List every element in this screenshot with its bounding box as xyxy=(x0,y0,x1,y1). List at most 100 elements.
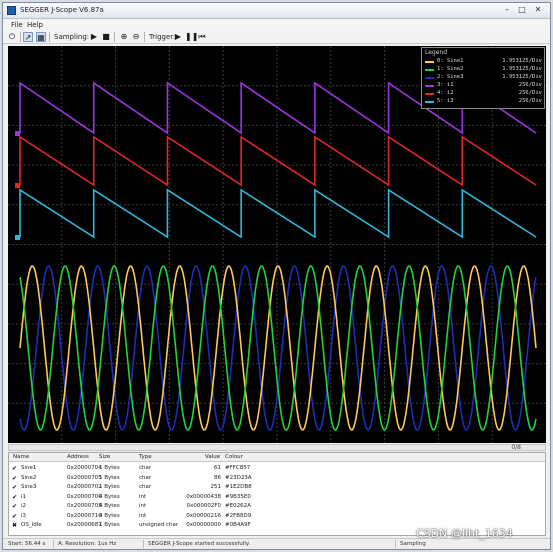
legend-panel[interactable]: Legend 0: Sine1 1.953125/Div 1: Sine2 1.… xyxy=(421,47,545,109)
cell-type: int xyxy=(139,493,147,500)
cursor-tool-icon[interactable]: ↗ xyxy=(23,32,33,42)
zoom-out-icon[interactable]: ⊖ xyxy=(131,32,141,42)
column-header-address[interactable]: Address xyxy=(67,454,89,460)
cell-name: i2 xyxy=(21,503,27,509)
column-header-type[interactable]: Type xyxy=(139,454,152,460)
legend-swatch xyxy=(425,61,434,63)
cell-address: 0x20000705 xyxy=(67,474,102,481)
table-header-row: Name Address Size Type Value Colour xyxy=(9,453,545,462)
legend-entry: 2: Sine3 1.953125/Div xyxy=(425,74,543,82)
cell-value: 0x00000000 xyxy=(186,522,221,528)
series-2-sine3 xyxy=(19,265,537,431)
cell-size: 1 Bytes xyxy=(99,465,120,471)
window-title: SEGGER J-Scope V6.87a xyxy=(20,6,104,14)
horizontal-scrollbar[interactable]: 0/8 xyxy=(8,444,546,451)
legend-entry: 3: i1 256/Div xyxy=(425,82,543,90)
legend-entry-scale: 256/Div xyxy=(518,82,542,88)
checkbox-checked-icon[interactable]: ✔ xyxy=(12,503,17,510)
legend-entry-scale: 1.953125/Div xyxy=(502,58,542,64)
legend-swatch xyxy=(425,85,434,87)
watermark: CSDN @liht_1634 xyxy=(416,527,513,540)
cell-address: 0x20000704 xyxy=(67,465,102,471)
toolbar-separator xyxy=(144,32,145,42)
checkbox-checked-icon[interactable]: ✔ xyxy=(12,494,17,501)
column-header-size[interactable]: Size xyxy=(99,454,110,460)
legend-title: Legend xyxy=(425,49,448,56)
series-1-sine2 xyxy=(19,265,537,431)
chart-tool-icon[interactable]: ▦ xyxy=(36,32,46,42)
channel-offset-marker xyxy=(15,131,20,136)
toolbar-separator xyxy=(20,32,21,42)
cell-value: 0x000002F0 xyxy=(186,503,221,509)
legend-entry-name: 5: i3 xyxy=(437,98,454,104)
remove-icon[interactable]: ✖ xyxy=(12,522,17,529)
checkbox-checked-icon[interactable]: ✔ xyxy=(12,484,17,491)
cell-colour: #1E2DB8 xyxy=(225,484,252,490)
cell-size: 4 Bytes xyxy=(99,512,120,519)
cell-colour: #9B35E0 xyxy=(225,493,251,500)
stop-icon[interactable]: ■ xyxy=(101,32,111,42)
cell-size: 1 Bytes xyxy=(99,484,120,490)
minimize-icon[interactable]: – xyxy=(500,5,514,16)
legend-entry: 5: i3 256/Div xyxy=(425,98,543,106)
legend-swatch xyxy=(425,101,434,103)
play-icon[interactable]: ▶ xyxy=(89,32,99,42)
column-header-name[interactable]: Name xyxy=(13,454,29,460)
trigger-play-icon[interactable]: ▶ xyxy=(173,32,183,42)
cell-name: OS_Idle xyxy=(21,522,42,528)
legend-entry-name: 3: i1 xyxy=(437,82,454,88)
cell-colour: #2FB8D9 xyxy=(225,512,252,519)
legend-entry-name: 4: i2 xyxy=(437,90,454,96)
series-layer xyxy=(16,81,537,431)
table-row[interactable]: ✔ i1 0x20000700 4 Bytes int 0x00000438 #9B35E0 xyxy=(9,493,545,502)
column-header-value[interactable]: Value xyxy=(205,454,220,460)
legend-entry-name: 2: Sine3 xyxy=(437,74,464,80)
cell-name: i1 xyxy=(21,493,27,500)
cell-colour: #E0262A xyxy=(225,503,251,509)
table-row[interactable]: ✔ Sine3 0x20000702 1 Bytes char 251 #1E2DB8 xyxy=(9,483,545,492)
toolbar-separator xyxy=(49,32,50,42)
maximize-icon[interactable]: □ xyxy=(515,5,529,16)
cell-size: 1 Bytes xyxy=(99,522,120,528)
cell-type: char xyxy=(139,484,152,490)
checkbox-checked-icon[interactable]: ✔ xyxy=(12,465,17,472)
jscope-window: SEGGER J-Scope V6.87a – □ ✕ File Help ⏻ … xyxy=(2,2,551,550)
status-message: SEGGER J-Scope started successfully. xyxy=(148,541,251,547)
legend-entry-scale: 256/Div xyxy=(518,98,542,104)
cell-type: unsigned char xyxy=(139,522,179,528)
legend-entry: 0: Sine1 1.953125/Div xyxy=(425,58,543,66)
legend-entry-scale: 256/Div xyxy=(518,90,542,96)
menu-help[interactable]: Help xyxy=(27,21,43,29)
close-icon[interactable]: ✕ xyxy=(531,5,545,16)
table-row[interactable]: ✔ i2 0x20000705 4 Bytes int 0x000002F0 #E0262A xyxy=(9,502,545,511)
status-separator xyxy=(395,540,396,548)
cell-value: 251 xyxy=(210,484,222,490)
title-bar: SEGGER J-Scope V6.87a – □ ✕ xyxy=(3,3,550,19)
table-row[interactable]: ✔ Sine1 0x20000704 1 Bytes char 61 #FFC857 xyxy=(9,464,545,473)
zoom-in-icon[interactable]: ⊕ xyxy=(119,32,129,42)
toolbar-separator xyxy=(114,32,115,42)
cell-value: 61 xyxy=(214,465,221,471)
table-row[interactable]: ✔ Sine2 0x20000705 1 Bytes char 86 #23D23A xyxy=(9,474,545,483)
table-row[interactable]: ✔ i3 0x20000710 4 Bytes int 0x00000216 #2FB8D9 xyxy=(9,512,545,521)
trigger-pause-icon[interactable]: ❚❚ xyxy=(185,32,198,42)
legend-swatch xyxy=(425,69,434,71)
cell-name: i3 xyxy=(21,512,27,519)
series-0-sine1 xyxy=(19,265,537,431)
checkbox-checked-icon[interactable]: ✔ xyxy=(12,513,17,520)
menu-file[interactable]: File xyxy=(11,21,23,29)
cell-address: 0x20000710 xyxy=(67,512,102,519)
column-header-colour[interactable]: Colour xyxy=(225,454,243,460)
cell-type: char xyxy=(139,474,152,481)
checkbox-checked-icon[interactable]: ✔ xyxy=(12,475,17,482)
legend-swatch xyxy=(425,77,434,79)
power-icon[interactable]: ⏻ xyxy=(7,32,17,42)
series-5-i3 xyxy=(16,188,537,239)
cell-colour: #FFC857 xyxy=(225,465,251,471)
trigger-skip-icon[interactable]: ⏮ xyxy=(197,32,207,42)
cell-size: 4 Bytes xyxy=(99,503,120,509)
cell-type: int xyxy=(139,503,147,509)
variable-table: Name Address Size Type Value Colour ✔ Sin… xyxy=(8,452,546,536)
toolbar: ⏻ ↗ ▦ Sampling: ▶ ■ ⊕ ⊖ Trigger: ▶ ❚❚ ⏮ xyxy=(3,30,550,44)
cell-address: 0x20000700 xyxy=(67,493,102,500)
